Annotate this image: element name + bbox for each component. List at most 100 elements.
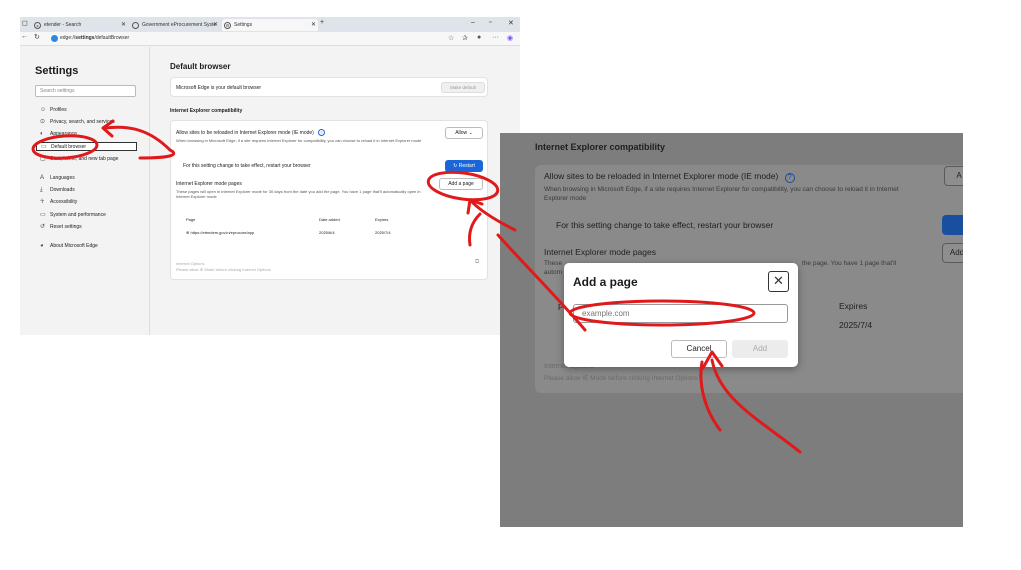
profile-avatar-icon[interactable]: ● <box>477 34 481 41</box>
sidebar-item-reset[interactable]: ↺ Reset settings <box>40 223 82 232</box>
external-link-icon[interactable]: ⧉ <box>475 259 479 266</box>
tab-label: Settings <box>234 22 253 28</box>
chevron-down-icon: ⌄ <box>468 130 473 136</box>
system-icon: ▭ <box>40 212 46 218</box>
sidebar-item-about[interactable]: ◕ About Microsoft Edge <box>40 242 98 251</box>
page-url-input[interactable] <box>573 304 788 323</box>
internet-options-link[interactable]: Internet Options <box>176 261 204 266</box>
info-icon[interactable]: ? <box>317 129 325 136</box>
sidebar-item-label: Appearance <box>50 131 77 137</box>
profile-icon: ☺ <box>40 107 47 113</box>
star-icon[interactable]: ☆ <box>448 34 454 42</box>
sidebar-item-system[interactable]: ▭ System and performance <box>40 211 106 220</box>
gear-icon: ⚙ <box>224 22 231 29</box>
refresh-icon[interactable]: ↻ <box>34 33 40 41</box>
zoom-ie-heading: Internet Explorer compatibility <box>535 142 666 152</box>
settings-title: Settings <box>35 65 79 77</box>
zoom-allow-select[interactable]: A <box>944 166 963 186</box>
language-icon: A <box>40 175 45 181</box>
close-window-icon[interactable]: ✕ <box>508 19 514 27</box>
more-icon[interactable]: ··· <box>492 34 499 41</box>
search-settings-input[interactable]: Search settings <box>35 85 136 97</box>
sidebar-item-downloads[interactable]: ⤓ Downloads <box>40 186 75 195</box>
home-icon: ▢ <box>40 156 46 162</box>
back-icon[interactable]: ← <box>21 33 28 40</box>
zoom-restart-button[interactable] <box>942 215 963 235</box>
col-header-page: Page <box>186 217 196 222</box>
zoom-ie-mode-desc-2: Explorer mode <box>544 195 587 202</box>
sidebar-item-label: Languages <box>50 175 75 181</box>
zoom-restart-text: For this setting change to take effect, … <box>556 220 774 230</box>
cancel-button[interactable]: Cancel <box>671 340 727 358</box>
zoom-col-page: P <box>558 303 564 312</box>
default-browser-card: Microsoft Edge is your default browser M… <box>170 77 488 97</box>
page-url-text: https://etenders.gov.in/eprocure/app <box>190 230 255 235</box>
url-prefix: edge:// <box>60 35 76 41</box>
globe-icon <box>132 22 139 29</box>
info-icon[interactable]: ? <box>784 173 795 183</box>
minimize-icon[interactable]: – <box>471 19 475 26</box>
close-icon[interactable]: ✕ <box>121 19 126 31</box>
default-status-text: Microsoft Edge is your default browser <box>176 85 262 91</box>
settings-main: Default browser Microsoft Edge is your d… <box>170 47 490 335</box>
tab-actions-icon[interactable]: ◻ <box>22 19 28 27</box>
url-field[interactable]: edge://settings/defaultBrowser <box>60 35 129 41</box>
edge-icon <box>51 35 58 42</box>
sidebar-item-default-browser[interactable]: ▭ Default browser <box>36 142 137 151</box>
refresh-icon: ↻ <box>453 163 458 169</box>
sidebar-item-label: Profiles <box>50 107 67 113</box>
reset-icon: ↺ <box>40 224 46 230</box>
ie-mode-desc: When browsing in Microsoft Edge, if a si… <box>176 138 422 143</box>
favorites-icon[interactable]: ✰ <box>462 34 468 42</box>
sidebar-item-label: System and performance <box>50 212 106 218</box>
dialog-title: Add a page <box>573 275 638 289</box>
internet-options-desc: Please allow IE Mode before clicking Int… <box>176 267 271 272</box>
close-icon[interactable]: ✕ <box>768 271 789 292</box>
zoom-internet-options-desc: Please allow IE Mode before clicking Int… <box>544 375 698 382</box>
sidebar-item-accessibility[interactable]: ☥ Accessibility <box>40 198 77 207</box>
sidebar-item-languages[interactable]: A Languages <box>40 174 75 183</box>
search-tab-icon: s <box>34 22 41 29</box>
zoom-pages-desc-right: the page. You have 1 page that'll <box>802 260 897 267</box>
lock-icon: ⊙ <box>40 119 46 125</box>
ie-compat-heading: Internet Explorer compatibility <box>170 108 243 114</box>
sidebar-item-label: Default browser <box>51 144 87 150</box>
col-header-date: Date added <box>319 217 340 222</box>
settings-sidebar: Settings Search settings ☺ Profiles ⊙ Priv… <box>20 47 150 335</box>
sidebar-item-label: About Microsoft Edge <box>50 243 98 249</box>
close-icon[interactable]: ✕ <box>311 19 316 31</box>
add-page-button[interactable]: Add a page <box>439 178 483 190</box>
url-suffix: /defaultBrowser <box>94 35 130 41</box>
download-icon: ⤓ <box>40 187 43 193</box>
tab-etender-search[interactable]: s etender - Search ✕ <box>32 19 128 31</box>
ie-pages-desc: These pages will open in Internet Explor… <box>176 189 421 199</box>
allow-select[interactable]: Allow ⌄ <box>445 127 483 139</box>
address-bar: ← ↻ edge://settings/defaultBrowser ☆ ✰ ●… <box>20 32 520 46</box>
sidebar-item-privacy[interactable]: ⊙ Privacy, search, and services <box>40 118 115 127</box>
tab-eprocurement[interactable]: Government eProcurement Syste ✕ <box>130 19 220 31</box>
copilot-icon[interactable]: ◉ <box>507 34 513 42</box>
sidebar-item-start-home[interactable]: ▢ Start, home, and new tab page <box>40 155 118 164</box>
sidebar-item-profiles[interactable]: ☺ Profiles <box>40 106 67 115</box>
add-page-dialog: Add a page ✕ Cancel Add <box>564 263 798 367</box>
sidebar-item-label: Downloads <box>50 187 75 193</box>
appearance-icon: ◐ <box>40 131 44 137</box>
add-button[interactable]: Add <box>732 340 788 358</box>
sidebar-item-label: Start, home, and new tab page <box>50 156 119 162</box>
tab-settings[interactable]: ⚙ Settings ✕ <box>222 19 318 31</box>
restart-button[interactable]: ↻ Restart <box>445 160 483 172</box>
make-default-button[interactable]: Make default <box>441 82 485 93</box>
tab-bar: ◻ s etender - Search ✕ Government eProcu… <box>20 17 520 32</box>
ie-pages-heading: Internet Explorer mode pages <box>176 181 242 187</box>
close-icon[interactable]: ✕ <box>213 19 218 31</box>
maximize-icon[interactable]: ▫ <box>489 19 491 26</box>
globe-icon: ⊕ <box>186 230 190 235</box>
zoom-ie-mode-desc-1: When browsing in Microsoft Edge, if a si… <box>544 186 899 193</box>
zoom-ie-mode-text: Allow sites to be reloaded in Internet E… <box>544 171 779 181</box>
zoom-pages-heading: Internet Explorer mode pages <box>544 247 656 257</box>
sidebar-item-appearance[interactable]: ◐ Appearance <box>40 130 77 139</box>
ie-compat-card: Allow sites to be reloaded in Internet E… <box>170 120 488 280</box>
new-tab-icon[interactable]: + <box>320 19 324 26</box>
sidebar-item-label: Accessibility <box>50 199 78 205</box>
zoom-add-page-button[interactable]: Add <box>942 243 963 263</box>
